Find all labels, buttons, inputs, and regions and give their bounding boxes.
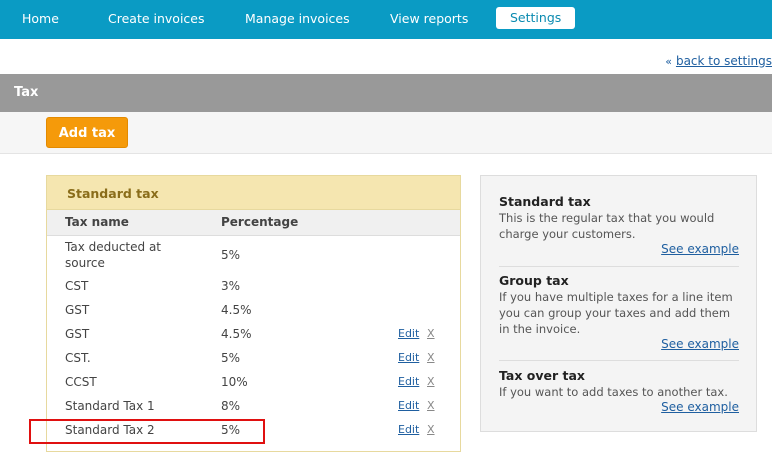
back-to-settings-link[interactable]: « back to settings [665,54,772,68]
row-percentage: 5% [221,351,241,365]
info-description: If you want to add taxes to another tax. [499,385,728,399]
row-tax-name: Standard Tax 1 [65,399,155,413]
info-title: Standard tax [499,194,591,209]
row-tax-name: GST [65,303,90,317]
column-tax-name: Tax name [65,215,129,229]
back-arrow-icon: « [665,55,672,68]
row-tax-name: Tax deducted at source [65,240,162,270]
delete-link[interactable]: X [427,399,435,412]
divider [499,360,739,361]
info-title: Tax over tax [499,368,585,383]
nav-create-invoices[interactable]: Create invoices [108,11,205,26]
table-row: GST 4.5% [47,303,460,321]
table-row: CCST 10% Edit X [47,375,460,393]
info-section-group: Group tax If you have multiple taxes for… [499,273,739,353]
tax-info-panel: Standard tax This is the regular tax tha… [480,175,757,432]
edit-link[interactable]: Edit [398,351,419,364]
panel-header: Standard tax [47,176,460,210]
row-percentage: 8% [221,399,241,413]
table-row: Standard Tax 1 8% Edit X [47,399,460,417]
edit-link[interactable]: Edit [398,327,419,340]
delete-link[interactable]: X [427,423,435,436]
row-tax-name: CST [65,279,89,293]
edit-link[interactable]: Edit [398,423,419,436]
row-percentage: 10% [221,375,248,389]
standard-tax-panel: Standard tax Tax name Percentage Tax ded… [46,175,461,452]
table-row: CST 3% [47,279,460,297]
row-tax-name: GST [65,327,90,341]
see-example-link[interactable]: See example [661,242,739,256]
back-link-label[interactable]: back to settings [676,54,772,68]
nav-home[interactable]: Home [22,11,59,26]
table-row: Tax deducted at source 5% [47,238,460,272]
column-percentage: Percentage [221,215,299,229]
nav-manage-invoices[interactable]: Manage invoices [245,11,350,26]
row-tax-name: CCST [65,375,97,389]
page-title: Tax [14,85,39,100]
section-header: Tax [0,74,772,112]
row-tax-name: CST. [65,351,91,365]
row-percentage: 5% [221,248,241,262]
table-row: GST 4.5% Edit X [47,327,460,345]
info-section-tax-over-tax: Tax over tax If you want to add taxes to… [499,368,739,418]
top-nav: Home Create invoices Manage invoices Vie… [0,0,772,39]
see-example-link[interactable]: See example [661,400,739,414]
see-example-link[interactable]: See example [661,337,739,351]
toolbar: Add tax [0,112,772,154]
nav-view-reports[interactable]: View reports [390,11,468,26]
table-header: Tax name Percentage [47,210,460,236]
nav-settings[interactable]: Settings [496,7,576,29]
add-tax-button[interactable]: Add tax [46,117,128,148]
row-percentage: 4.5% [221,327,252,341]
info-description: If you have multiple taxes for a line it… [499,290,733,336]
edit-link[interactable]: Edit [398,375,419,388]
delete-link[interactable]: X [427,375,435,388]
highlight-box [29,419,265,444]
delete-link[interactable]: X [427,327,435,340]
edit-link[interactable]: Edit [398,399,419,412]
info-title: Group tax [499,273,569,288]
divider [499,266,739,267]
table-row: CST. 5% Edit X [47,351,460,369]
row-percentage: 3% [221,279,241,293]
info-description: This is the regular tax that you would c… [499,211,715,241]
row-percentage: 4.5% [221,303,252,317]
delete-link[interactable]: X [427,351,435,364]
info-section-standard: Standard tax This is the regular tax tha… [499,194,739,264]
panel-title: Standard tax [67,186,159,201]
